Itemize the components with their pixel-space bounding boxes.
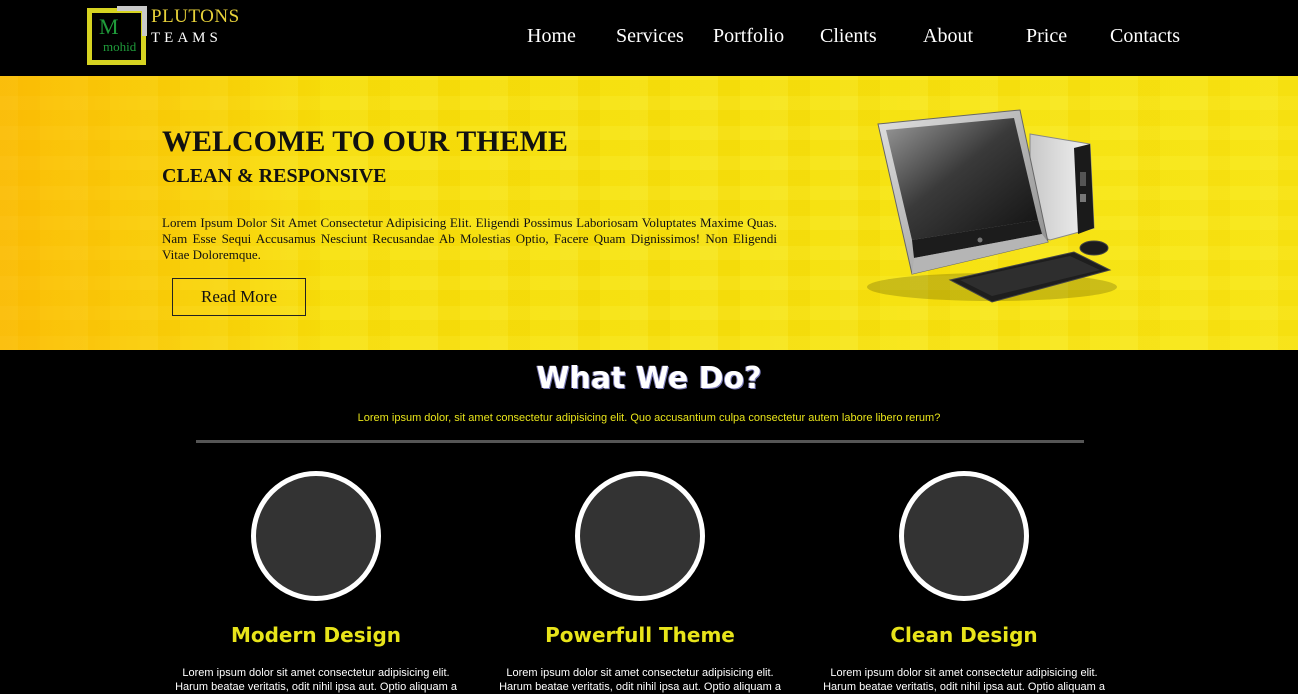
read-more-button[interactable]: Read More <box>172 278 306 316</box>
hero-text: Lorem Ipsum Dolor Sit Amet Consectetur A… <box>162 215 777 262</box>
feature-card: Modern Design Lorem ipsum dolor sit amet… <box>166 471 466 693</box>
section-title-what-we-do: What We Do? <box>536 361 762 396</box>
nav-link-portfolio[interactable]: Portfolio <box>713 24 784 48</box>
hero-subtitle: CLEAN & RESPONSIVE <box>162 165 387 187</box>
feature-circle-icon <box>575 471 705 601</box>
site-header: M mohid PLUTONS TEAMS Home Services Port… <box>0 0 1298 76</box>
feature-text: Lorem ipsum dolor sit amet consectetur a… <box>175 667 457 693</box>
feature-card: Clean Design Lorem ipsum dolor sit amet … <box>814 471 1114 693</box>
nav-link-home[interactable]: Home <box>527 24 576 48</box>
nav-link-services[interactable]: Services <box>616 24 684 48</box>
feature-text: Lorem ipsum dolor sit amet consectetur a… <box>823 667 1105 693</box>
feature-card: Powerfull Theme Lorem ipsum dolor sit am… <box>490 471 790 693</box>
feature-title: Clean Design <box>890 623 1038 647</box>
hero-banner: WELCOME TO OUR THEME CLEAN & RESPONSIVE … <box>0 76 1298 350</box>
feature-title: Modern Design <box>230 623 402 647</box>
nav-link-contacts[interactable]: Contacts <box>1110 24 1180 48</box>
section-subtitle: Lorem ipsum dolor, sit amet consectetur … <box>357 412 941 424</box>
nav-link-about[interactable]: About <box>923 24 973 48</box>
hero-title: WELCOME TO OUR THEME <box>162 125 568 158</box>
feature-text: Lorem ipsum dolor sit amet consectetur a… <box>499 667 781 693</box>
desktop-computer-icon <box>867 109 1117 303</box>
feature-title: Powerfull Theme <box>545 623 735 647</box>
feature-circle-icon <box>899 471 1029 601</box>
section-divider <box>196 440 1084 443</box>
nav-link-price[interactable]: Price <box>1026 24 1067 48</box>
main-nav: Home Services Portfolio Clients About Pr… <box>0 24 1298 48</box>
nav-link-clients[interactable]: Clients <box>820 24 877 48</box>
feature-circle-icon <box>251 471 381 601</box>
